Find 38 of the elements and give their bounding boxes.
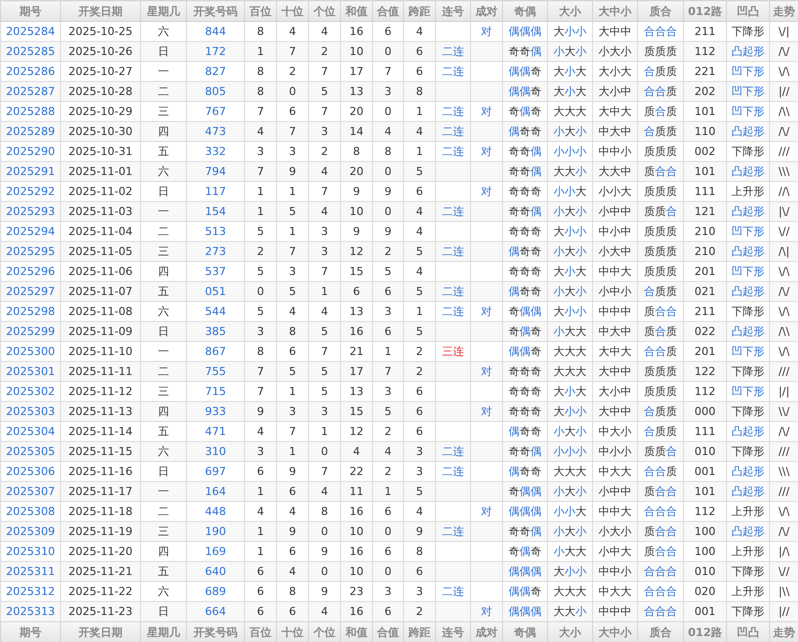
column-header: 大中小 [592, 0, 638, 22]
column-header: 百位 [244, 622, 276, 642]
column-header: 跨距 [404, 622, 436, 642]
column-header: 百位 [244, 0, 276, 22]
column-header: 开奖日期 [60, 622, 140, 642]
column-header: 合值 [372, 0, 404, 22]
column-header: 大小 [548, 622, 592, 642]
column-header: 开奖号码 [186, 0, 244, 22]
column-header: 个位 [308, 0, 340, 22]
column-header: 走势 [770, 622, 798, 642]
column-header: 凹凸 [726, 0, 770, 22]
column-header: 合值 [372, 622, 404, 642]
column-header: 开奖日期 [60, 0, 140, 22]
column-header: 星期几 [140, 622, 186, 642]
column-header: 成对 [470, 0, 502, 22]
column-header: 奇偶 [502, 0, 548, 22]
column-header: 奇偶 [502, 622, 548, 642]
column-header: 大小 [548, 0, 592, 22]
column-header: 凹凸 [726, 622, 770, 642]
column-header: 连号 [436, 622, 470, 642]
column-header: 质合 [638, 0, 684, 22]
column-header: 质合 [638, 622, 684, 642]
column-header: 十位 [276, 622, 308, 642]
column-header: 012路 [684, 0, 726, 22]
column-header: 和值 [340, 0, 372, 22]
column-header: 期号 [0, 0, 60, 22]
column-header: 星期几 [140, 0, 186, 22]
column-header: 连号 [436, 0, 470, 22]
column-header: 大中小 [592, 622, 638, 642]
column-header: 和值 [340, 622, 372, 642]
column-header: 十位 [276, 0, 308, 22]
column-header: 走势 [770, 0, 798, 22]
column-header: 成对 [470, 622, 502, 642]
column-header: 012路 [684, 622, 726, 642]
column-header: 期号 [0, 622, 60, 642]
column-header: 跨距 [404, 0, 436, 22]
column-header: 开奖号码 [186, 622, 244, 642]
column-header: 个位 [308, 622, 340, 642]
